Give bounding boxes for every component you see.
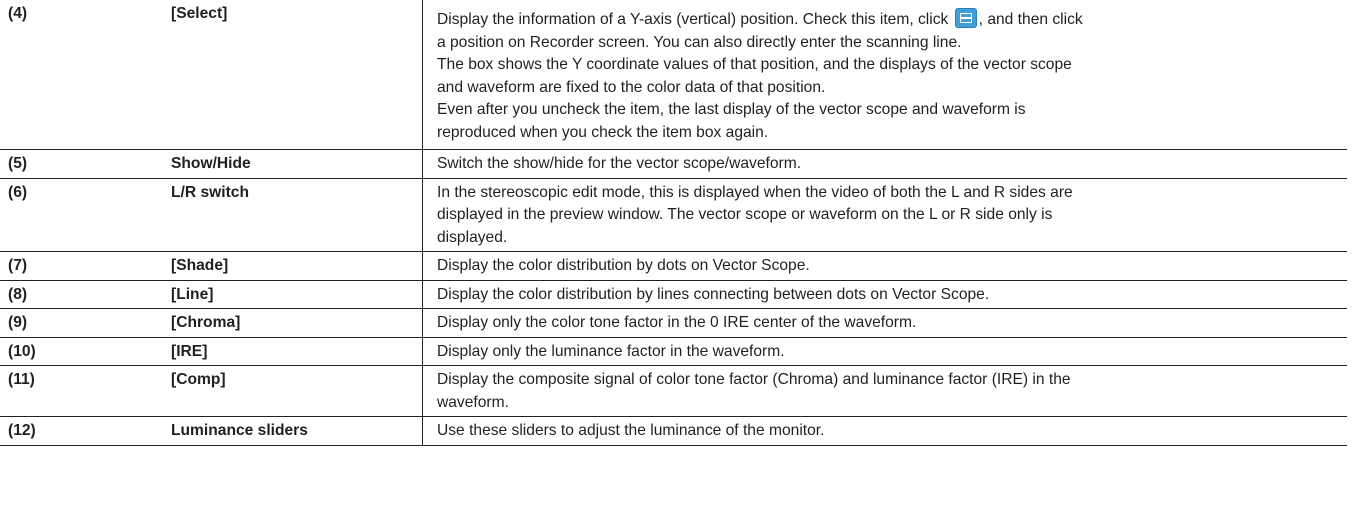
- item-number: (10): [0, 337, 163, 366]
- item-description: In the stereoscopic edit mode, this is d…: [422, 178, 1347, 252]
- table-row: (5) Show/Hide Switch the show/hide for t…: [0, 149, 1347, 179]
- description-line: a position on Recorder screen. You can a…: [437, 33, 962, 51]
- item-number: (12): [0, 416, 163, 446]
- description-line: In the stereoscopic edit mode, this is d…: [437, 183, 1073, 201]
- description-text: Display the information of a Y-axis (ver…: [437, 11, 953, 28]
- item-number: (5): [0, 149, 163, 179]
- item-name: [Comp]: [163, 365, 423, 417]
- table-row: (11) [Comp] Display the composite signal…: [0, 365, 1347, 417]
- description-line: and waveform are fixed to the color data…: [437, 78, 826, 96]
- item-number: (6): [0, 178, 163, 252]
- table-row: (4) [Select] Display the information of …: [0, 0, 1347, 150]
- description-line: Display the information of a Y-axis (ver…: [437, 8, 1333, 32]
- table-row: (12) Luminance sliders Use these sliders…: [0, 416, 1347, 446]
- description-line: displayed in the preview window. The vec…: [437, 206, 1053, 223]
- item-description: Switch the show/hide for the vector scop…: [422, 149, 1347, 179]
- description-line: Switch the show/hide for the vector scop…: [437, 155, 802, 172]
- description-line: Display only the color tone factor in th…: [437, 314, 917, 331]
- scan-line-select-icon: [954, 8, 977, 28]
- item-name: L/R switch: [163, 178, 423, 252]
- item-description: Display the composite signal of color to…: [422, 365, 1347, 417]
- item-name: [Chroma]: [163, 308, 423, 338]
- description-line: reproduced when you check the item box a…: [437, 123, 769, 141]
- item-name: Luminance sliders: [163, 416, 423, 446]
- table-row: (9) [Chroma] Display only the color tone…: [0, 308, 1347, 338]
- description-line: Display the composite signal of color to…: [437, 371, 1071, 388]
- settings-description-table: (4) [Select] Display the information of …: [0, 0, 1347, 446]
- description-line: Even after you uncheck the item, the las…: [437, 101, 1026, 118]
- description-line: displayed.: [437, 228, 508, 246]
- item-number: (4): [0, 0, 163, 150]
- item-name: [IRE]: [163, 337, 423, 366]
- item-name: [Shade]: [163, 251, 423, 281]
- item-description: Use these sliders to adjust the luminanc…: [422, 416, 1347, 446]
- description-line: Use these sliders to adjust the luminanc…: [437, 422, 825, 439]
- table-row: (10) [IRE] Display only the luminance fa…: [0, 337, 1347, 366]
- description-line: Display the color distribution by dots o…: [437, 257, 810, 274]
- table-row: (7) [Shade] Display the color distributi…: [0, 251, 1347, 281]
- item-number: (8): [0, 280, 163, 309]
- item-description: Display the color distribution by dots o…: [422, 251, 1347, 281]
- item-description: Display only the luminance factor in the…: [422, 337, 1347, 366]
- item-description: Display only the color tone factor in th…: [422, 308, 1347, 338]
- item-number: (9): [0, 308, 163, 338]
- description-line: Display the color distribution by lines …: [437, 285, 990, 303]
- item-number: (11): [0, 365, 163, 417]
- table-row: (6) L/R switch In the stereoscopic edit …: [0, 178, 1347, 252]
- item-name: [Line]: [163, 280, 423, 309]
- description-line: Display only the luminance factor in the…: [437, 342, 785, 360]
- item-description: Display the color distribution by lines …: [422, 280, 1347, 309]
- table-row: (8) [Line] Display the color distributio…: [0, 280, 1347, 309]
- item-name: Show/Hide: [163, 149, 423, 179]
- item-number: (7): [0, 251, 163, 281]
- item-description: Display the information of a Y-axis (ver…: [422, 0, 1347, 150]
- description-line: The box shows the Y coordinate values of…: [437, 56, 1072, 73]
- description-line: waveform.: [437, 393, 509, 411]
- item-name: [Select]: [163, 0, 423, 150]
- description-text: , and then click: [978, 11, 1083, 28]
